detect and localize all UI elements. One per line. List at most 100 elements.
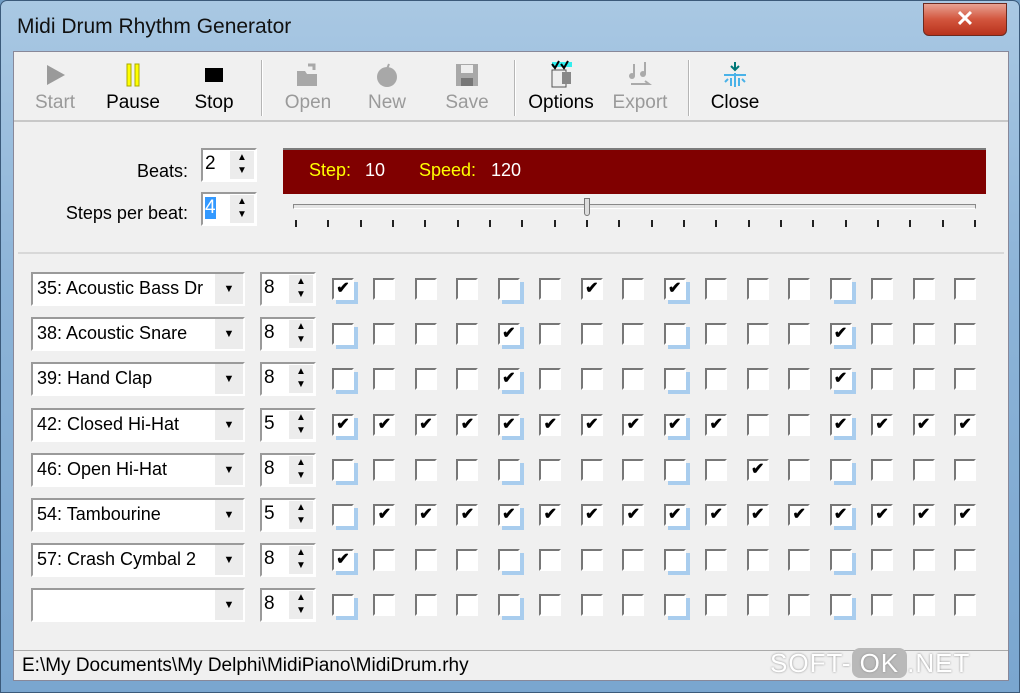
save-button[interactable]: Save: [429, 58, 505, 114]
step-checkbox[interactable]: [663, 594, 686, 617]
step-checkbox[interactable]: [539, 549, 562, 572]
step-checkbox[interactable]: [871, 368, 894, 391]
chevron-down-icon[interactable]: ▼: [215, 409, 243, 440]
step-checkbox[interactable]: ✔: [829, 413, 852, 436]
velocity-spinner[interactable]: 8 ▲ ▼: [260, 317, 316, 352]
step-checkbox[interactable]: [829, 278, 852, 300]
step-checkbox[interactable]: [539, 458, 562, 481]
step-checkbox[interactable]: [456, 594, 479, 617]
step-checkbox[interactable]: [663, 368, 686, 391]
step-checkbox[interactable]: [954, 368, 977, 391]
step-checkbox[interactable]: [497, 278, 520, 300]
step-checkbox[interactable]: [497, 549, 520, 572]
velocity-spinner[interactable]: 5 ▲ ▼: [260, 407, 316, 442]
step-checkbox[interactable]: [456, 323, 479, 346]
step-checkbox[interactable]: ✔: [954, 413, 977, 436]
step-checkbox[interactable]: [788, 323, 811, 346]
step-checkbox[interactable]: [456, 368, 479, 391]
spin-arrows-icon[interactable]: ▲ ▼: [230, 195, 254, 223]
chevron-down-icon[interactable]: ▼: [215, 274, 243, 304]
step-checkbox[interactable]: [871, 278, 894, 300]
step-checkbox[interactable]: [414, 458, 437, 481]
step-checkbox[interactable]: ✔: [829, 323, 852, 346]
step-checkbox[interactable]: [373, 368, 396, 391]
instrument-select[interactable]: ▼: [31, 588, 245, 623]
step-checkbox[interactable]: [954, 323, 977, 346]
step-checkbox[interactable]: [912, 278, 935, 300]
velocity-spinner[interactable]: 8 ▲ ▼: [260, 272, 316, 306]
step-checkbox[interactable]: [871, 594, 894, 617]
spin-arrows-icon[interactable]: ▲ ▼: [289, 320, 313, 349]
step-checkbox[interactable]: [414, 368, 437, 391]
step-checkbox[interactable]: [746, 323, 769, 346]
step-checkbox[interactable]: [580, 594, 603, 617]
step-checkbox[interactable]: [456, 278, 479, 300]
step-checkbox[interactable]: [497, 594, 520, 617]
spin-arrows-icon[interactable]: ▲ ▼: [289, 455, 313, 484]
step-checkbox[interactable]: [332, 458, 354, 481]
step-checkbox[interactable]: [332, 323, 354, 346]
step-checkbox[interactable]: [705, 594, 728, 617]
step-checkbox[interactable]: [622, 458, 645, 481]
step-checkbox[interactable]: [414, 594, 437, 617]
instrument-select[interactable]: 38: Acoustic Snare ▼: [31, 317, 245, 352]
close-button[interactable]: Close: [697, 58, 773, 114]
step-checkbox[interactable]: [912, 323, 935, 346]
velocity-spinner[interactable]: 5 ▲ ▼: [260, 498, 316, 532]
step-checkbox[interactable]: [580, 368, 603, 391]
step-checkbox[interactable]: ✔: [580, 504, 603, 526]
chevron-down-icon[interactable]: ▼: [215, 590, 243, 621]
step-checkbox[interactable]: ✔: [580, 278, 603, 300]
window-close-button[interactable]: ✕: [923, 3, 1007, 36]
step-checkbox[interactable]: [580, 458, 603, 481]
step-checkbox[interactable]: [456, 458, 479, 481]
velocity-spinner[interactable]: 8 ▲ ▼: [260, 543, 316, 578]
step-checkbox[interactable]: [414, 323, 437, 346]
step-checkbox[interactable]: [332, 368, 354, 391]
step-checkbox[interactable]: [829, 594, 852, 617]
step-checkbox[interactable]: ✔: [663, 504, 686, 526]
step-checkbox[interactable]: [580, 323, 603, 346]
step-checkbox[interactable]: ✔: [456, 504, 479, 526]
options-button[interactable]: Options: [523, 58, 599, 114]
step-checkbox[interactable]: [373, 278, 396, 300]
step-checkbox[interactable]: ✔: [912, 413, 935, 436]
step-checkbox[interactable]: [829, 458, 852, 481]
stop-button[interactable]: Stop: [176, 58, 252, 114]
step-checkbox[interactable]: [871, 549, 894, 572]
chevron-down-icon[interactable]: ▼: [215, 319, 243, 350]
step-checkbox[interactable]: [912, 594, 935, 617]
velocity-spinner[interactable]: 8 ▲ ▼: [260, 588, 316, 623]
step-checkbox[interactable]: ✔: [746, 458, 769, 481]
step-checkbox[interactable]: [788, 368, 811, 391]
velocity-spinner[interactable]: 8 ▲ ▼: [260, 362, 316, 397]
step-checkbox[interactable]: ✔: [497, 368, 520, 391]
step-checkbox[interactable]: [332, 504, 354, 526]
instrument-select[interactable]: 54: Tambourine ▼: [31, 498, 245, 532]
step-checkbox[interactable]: [788, 413, 811, 436]
step-checkbox[interactable]: ✔: [622, 413, 645, 436]
step-checkbox[interactable]: [746, 413, 769, 436]
chevron-down-icon[interactable]: ▼: [215, 500, 243, 530]
step-checkbox[interactable]: [746, 278, 769, 300]
instrument-select[interactable]: 35: Acoustic Bass Dr ▼: [31, 272, 245, 306]
step-checkbox[interactable]: [663, 458, 686, 481]
velocity-spinner[interactable]: 8 ▲ ▼: [260, 452, 316, 487]
step-checkbox[interactable]: [539, 594, 562, 617]
step-checkbox[interactable]: [788, 594, 811, 617]
step-checkbox[interactable]: [373, 323, 396, 346]
step-checkbox[interactable]: ✔: [580, 413, 603, 436]
step-checkbox[interactable]: [497, 458, 520, 481]
export-button[interactable]: Export: [602, 58, 678, 114]
step-checkbox[interactable]: ✔: [332, 549, 354, 572]
step-checkbox[interactable]: [871, 458, 894, 481]
step-checkbox[interactable]: [414, 278, 437, 300]
step-checkbox[interactable]: [332, 594, 354, 617]
step-checkbox[interactable]: [871, 323, 894, 346]
step-checkbox[interactable]: [788, 549, 811, 572]
step-checkbox[interactable]: [663, 323, 686, 346]
step-checkbox[interactable]: [705, 549, 728, 572]
step-checkbox[interactable]: ✔: [332, 413, 354, 436]
step-checkbox[interactable]: ✔: [954, 504, 977, 526]
step-checkbox[interactable]: [373, 594, 396, 617]
